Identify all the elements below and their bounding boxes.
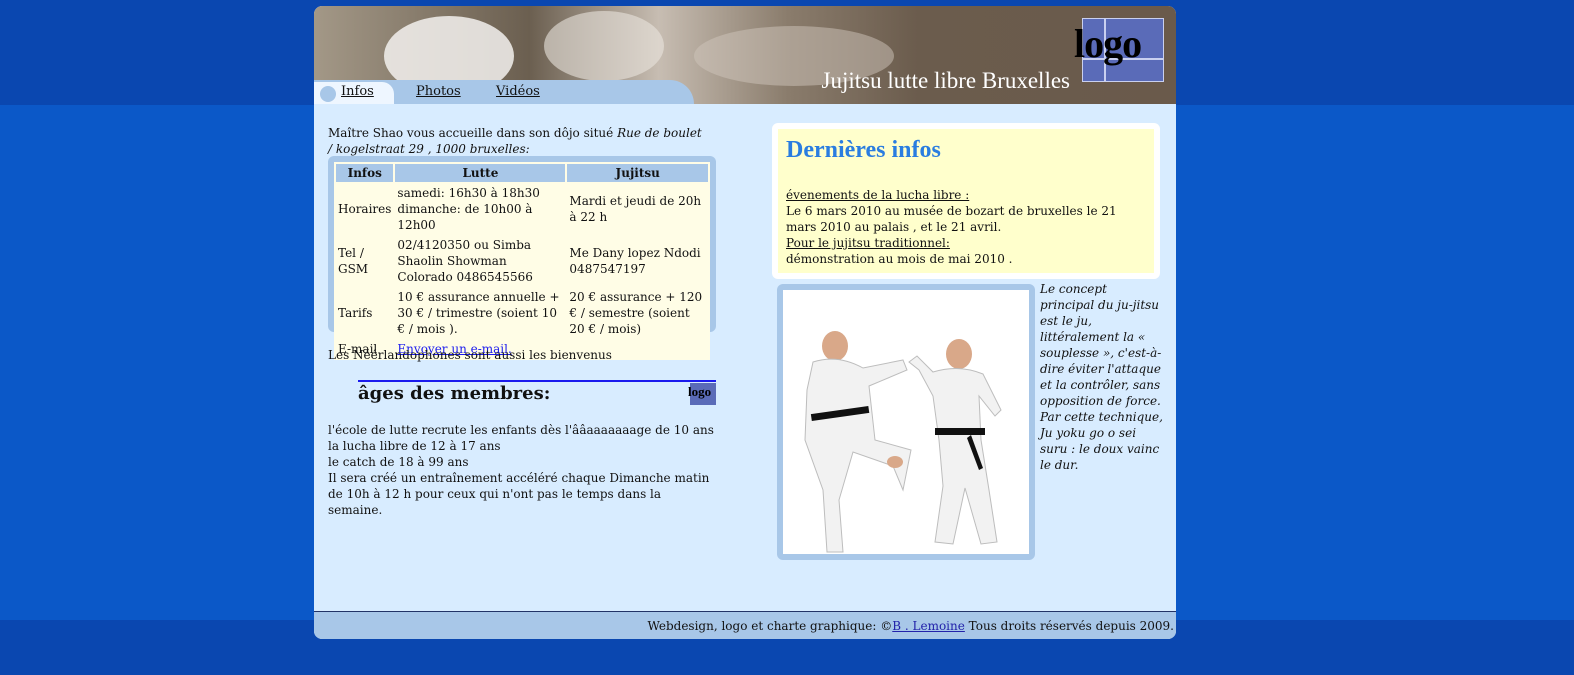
table-header-row: Infos Lutte Jujitsu <box>336 164 708 182</box>
right-fighter-gi <box>908 355 1002 545</box>
nav-link-photos[interactable]: Photos <box>416 84 461 99</box>
jujitsu-cell: 20 € assurance + 120 € / semestre (soien… <box>567 288 708 338</box>
header-photo-highlight <box>544 11 664 81</box>
ages-line: Il sera créé un entraînement accéléré ch… <box>328 471 710 517</box>
info-table-frame: Infos Lutte Jujitsu Horaires samedi: 16h… <box>328 156 716 360</box>
concept-text: Le concept principal du ju-jitsu est le … <box>1040 282 1163 472</box>
page-container: Jujitsu lutte libre Bruxelles logo Infos… <box>314 6 1176 639</box>
nav-link-videos[interactable]: Vidéos <box>496 84 540 99</box>
ages-text: l'école de lutte recrute les enfants dès… <box>328 422 718 518</box>
news-text: Le 6 mars 2010 au musée de bozart de bru… <box>786 204 1117 234</box>
table-row: Tel / GSM 02/4120350 ou Simba Shaolin Sh… <box>336 236 708 286</box>
nav-link-infos[interactable]: Infos <box>341 84 374 99</box>
nav-bullet-icon <box>320 86 336 102</box>
news-text: démonstration au mois de mai 2010 . <box>786 252 1013 266</box>
table-header: Jujitsu <box>567 164 708 182</box>
footer-text: Tous droits réservés depuis 2009. <box>964 619 1174 633</box>
jujitsu-cell: Me Dany lopez Ndodi 0487547197 <box>567 236 708 286</box>
site-logo: logo <box>1074 18 1166 82</box>
left-fighter-head <box>822 331 848 361</box>
table-header: Infos <box>336 164 394 182</box>
logo-text: logo <box>688 384 712 399</box>
section-divider <box>358 380 716 382</box>
logo-text: logo <box>1074 21 1142 66</box>
news-heading: Pour le jujitsu traditionnel: <box>786 236 950 250</box>
main-nav: Infos Photos Vidéos <box>314 80 694 104</box>
footer: Webdesign, logo et charte graphique: ©B … <box>314 612 1176 639</box>
author-link[interactable]: B . Lemoine <box>892 619 965 633</box>
footer-text: Webdesign, logo et charte graphique: © <box>647 619 893 633</box>
row-label: Tel / GSM <box>336 236 394 286</box>
intro-sentence: Maître Shao vous accueille dans son dôjo… <box>328 126 618 140</box>
dutch-speakers-note: Les Néérlandophones sont aussi les bienv… <box>328 348 612 362</box>
latest-news-box: Dernières infos évenements de la lucha l… <box>772 123 1160 279</box>
table-row: Horaires samedi: 16h30 à 18h30 dimanche:… <box>336 184 708 234</box>
info-table: Infos Lutte Jujitsu Horaires samedi: 16h… <box>334 162 710 360</box>
row-label: Tarifs <box>336 288 394 338</box>
right-fighter-head <box>946 339 972 369</box>
news-inner: Dernières infos évenements de la lucha l… <box>778 129 1154 273</box>
lutte-cell: 10 € assurance annuelle + 30 € / trimest… <box>395 288 566 338</box>
news-body: évenements de la lucha libre : Le 6 mars… <box>786 187 1150 267</box>
intro-text: Maître Shao vous accueille dans son dôjo… <box>328 125 708 157</box>
lutte-cell: 02/4120350 ou Simba Shaolin Showman Colo… <box>395 236 566 286</box>
table-row: Tarifs 10 € assurance annuelle + 30 € / … <box>336 288 708 338</box>
ages-line: la lucha libre de 12 à 17 ans <box>328 439 501 453</box>
news-heading: évenements de la lucha libre : <box>786 188 970 202</box>
news-title: Dernières infos <box>786 137 941 163</box>
ages-section-title: âges des membres: <box>358 383 551 404</box>
ages-line: l'école de lutte recrute les enfants dès… <box>328 423 714 437</box>
footer-credits: Webdesign, logo et charte graphique: ©B … <box>648 619 1175 633</box>
left-fighter-foot <box>887 456 903 468</box>
row-label: Horaires <box>336 184 394 234</box>
lutte-cell: samedi: 16h30 à 18h30 dimanche: de 10h00… <box>395 184 566 234</box>
ages-line: le catch de 18 à 99 ans <box>328 455 469 469</box>
right-fighter-belt <box>935 428 985 435</box>
photo-frame <box>777 284 1035 560</box>
table-header: Lutte <box>395 164 566 182</box>
jujitsu-cell: Mardi et jeudi de 20h à 22 h <box>567 184 708 234</box>
jujitsu-photo <box>783 290 1029 554</box>
fighters-illustration <box>804 331 1002 553</box>
left-fighter-gi <box>804 358 912 553</box>
small-logo: logo <box>688 383 716 405</box>
site-title: Jujitsu lutte libre Bruxelles <box>821 68 1071 93</box>
